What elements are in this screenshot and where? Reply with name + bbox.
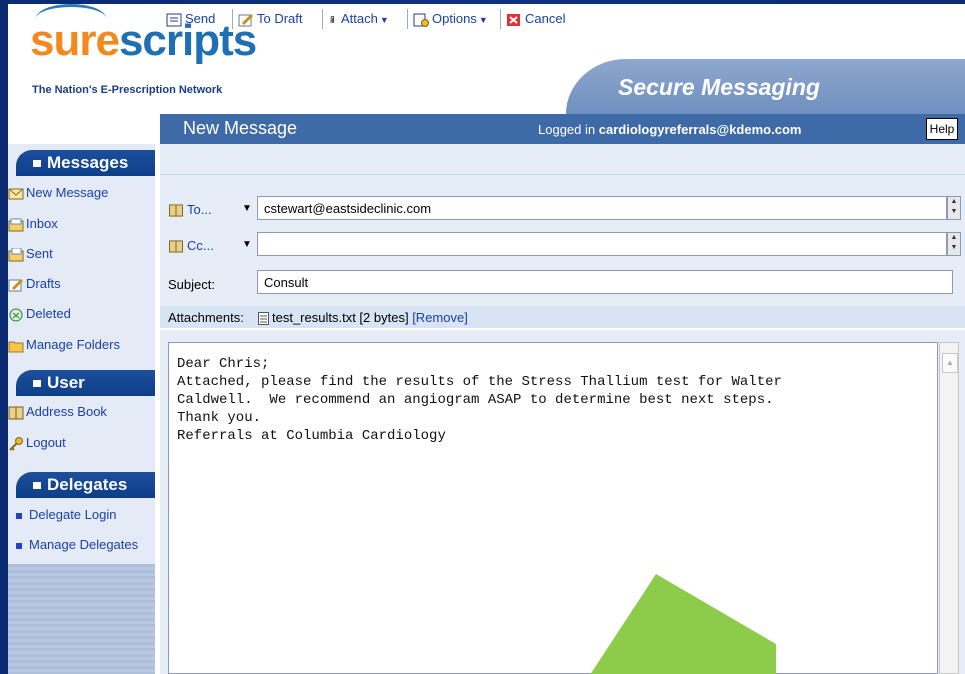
attachment-name: test_results.txt [2 bytes] (272, 310, 409, 325)
delegates-heading: Delegates (16, 472, 155, 498)
text-file-icon (258, 312, 269, 326)
sidebar-item-delegate-login[interactable]: Delegate Login (8, 505, 116, 525)
toolbar-divider (407, 9, 408, 29)
browser-window: surescripts The Nation's E-Prescription … (8, 4, 965, 674)
toolbar-divider (232, 9, 233, 29)
title-bar-spacer (8, 114, 160, 144)
options-icon (413, 13, 429, 27)
message-line: Referrals at Columbia Cardiology (177, 428, 446, 444)
send-icon (166, 13, 182, 27)
cc-field[interactable] (257, 232, 947, 256)
send-button[interactable]: Send (166, 10, 215, 28)
message-toolbar (160, 144, 965, 175)
sidebar-item-manage-folders[interactable]: Manage Folders (8, 335, 120, 355)
sent-icon (8, 247, 24, 262)
sidebar-item-new-message[interactable]: New Message (8, 183, 108, 203)
cc-dropdown-chevron-icon[interactable]: ▼ (242, 239, 252, 250)
to-scroll-spinner[interactable]: ▲ ▼ (947, 196, 961, 220)
sidebar-filler (8, 564, 155, 674)
logo-tagline: The Nation's E-Prescription Network (32, 84, 223, 96)
chevron-down-icon: ▼ (478, 15, 488, 25)
key-icon (9, 436, 23, 451)
remove-attachment-link[interactable]: [Remove] (412, 310, 468, 325)
cancel-icon (507, 13, 520, 26)
address-book-icon (169, 204, 183, 217)
sidebar-item-deleted[interactable]: Deleted (8, 304, 71, 324)
scroll-up-icon[interactable]: ▲ (942, 353, 958, 373)
messages-heading: Messages (16, 150, 155, 176)
sidebar-item-address-book[interactable]: Address Book (8, 402, 107, 422)
chevron-down-icon: ▼ (379, 15, 389, 25)
options-button[interactable]: Options ▼ (413, 10, 488, 28)
attachment-item: test_results.txt [2 bytes] [Remove] (258, 310, 468, 326)
message-line: Attached, please find the results of the… (177, 374, 782, 390)
to-field[interactable]: cstewart@eastsideclinic.com (257, 196, 947, 220)
message-body-textarea[interactable]: Dear Chris; Attached, please find the re… (168, 342, 938, 674)
folder-icon (8, 341, 24, 353)
address-book-icon (169, 240, 183, 253)
message-scrollbar[interactable]: ▲ (939, 342, 959, 674)
new-message-icon (8, 188, 24, 200)
cc-scroll-spinner[interactable]: ▲ ▼ (947, 232, 961, 256)
subject-field[interactable]: Consult (257, 270, 953, 294)
sidebar-item-inbox[interactable]: Inbox (8, 214, 58, 234)
help-button[interactable]: Help (926, 118, 958, 140)
inbox-icon (8, 218, 24, 232)
paperclip-icon (330, 15, 335, 23)
user-heading: User (16, 370, 155, 396)
toolbar-divider (322, 9, 323, 29)
to-address-book-button[interactable]: To... (168, 202, 212, 217)
draft-icon (238, 13, 254, 27)
surescripts-logo: surescripts (30, 16, 257, 65)
message-line: Dear Chris; (177, 356, 270, 372)
green-arrow-icon (590, 574, 776, 674)
address-book-icon (8, 406, 24, 420)
section-title: Secure Messaging (618, 74, 820, 100)
sidebar-item-drafts[interactable]: Drafts (8, 274, 61, 294)
toolbar-divider (500, 9, 501, 29)
message-line: Thank you. (177, 410, 262, 426)
page-title: New Message (183, 118, 298, 138)
sidebar-item-sent[interactable]: Sent (8, 244, 53, 264)
to-dropdown-chevron-icon[interactable]: ▼ (242, 203, 252, 214)
attach-button[interactable]: Attach ▼ (328, 10, 389, 28)
message-line: Caldwell. We recommend an angiogram ASAP… (177, 392, 774, 408)
to-draft-button[interactable]: To Draft (238, 10, 303, 28)
subject-label: Subject: (168, 277, 215, 292)
cc-address-book-button[interactable]: Cc... (168, 238, 214, 253)
deleted-icon (9, 308, 23, 322)
logged-in-status: Logged in cardiologyreferrals@kdemo.com (538, 122, 802, 137)
cancel-button[interactable]: Cancel (506, 10, 565, 28)
bullet-icon (16, 542, 22, 549)
sidebar-item-logout[interactable]: Logout (8, 433, 66, 453)
sidebar-item-manage-delegates[interactable]: Manage Delegates (8, 535, 138, 555)
attachments-label: Attachments: (168, 310, 244, 325)
drafts-icon (8, 278, 24, 292)
bullet-icon (16, 512, 22, 519)
